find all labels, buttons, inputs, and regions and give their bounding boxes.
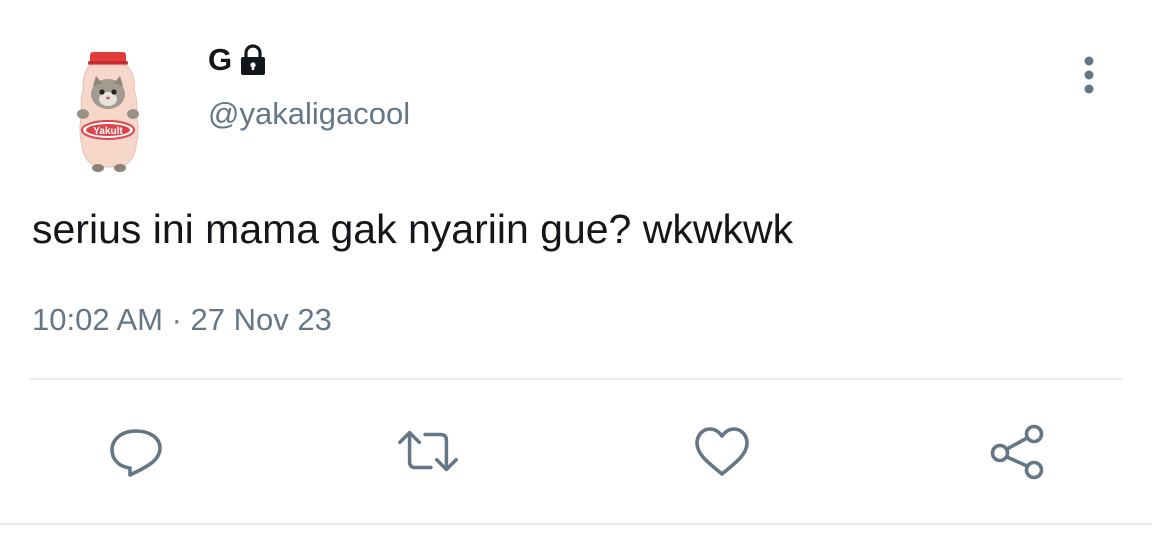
share-button[interactable] — [986, 422, 1050, 482]
display-name[interactable]: G — [208, 42, 233, 78]
share-icon — [990, 424, 1044, 480]
tweet-timestamp[interactable]: 10:02 AM · 27 Nov 23 — [32, 302, 332, 338]
lock-icon — [239, 43, 267, 77]
divider — [0, 523, 1152, 525]
yakult-bottle-cat-avatar-icon: Yakult — [77, 52, 139, 172]
retweet-icon — [398, 430, 458, 472]
divider — [30, 378, 1122, 380]
avatar-label: Yakult — [93, 126, 123, 137]
reply-icon — [110, 429, 162, 477]
user-handle[interactable]: @yakaligacool — [208, 96, 410, 132]
retweet-button[interactable] — [396, 422, 460, 482]
author-name-row: G — [208, 40, 267, 80]
reply-button[interactable] — [104, 422, 168, 482]
more-vertical-icon — [1084, 56, 1094, 94]
like-button[interactable] — [690, 422, 754, 482]
avatar[interactable]: Yakult — [70, 50, 146, 174]
heart-icon — [695, 427, 749, 476]
tweet-text: serius ini mama gak nyariin gue? wkwkwk — [32, 206, 794, 252]
more-options-button[interactable] — [1072, 52, 1106, 98]
tweet-card: Yakult G @yakaligacool serius ini mama g… — [0, 0, 1152, 543]
